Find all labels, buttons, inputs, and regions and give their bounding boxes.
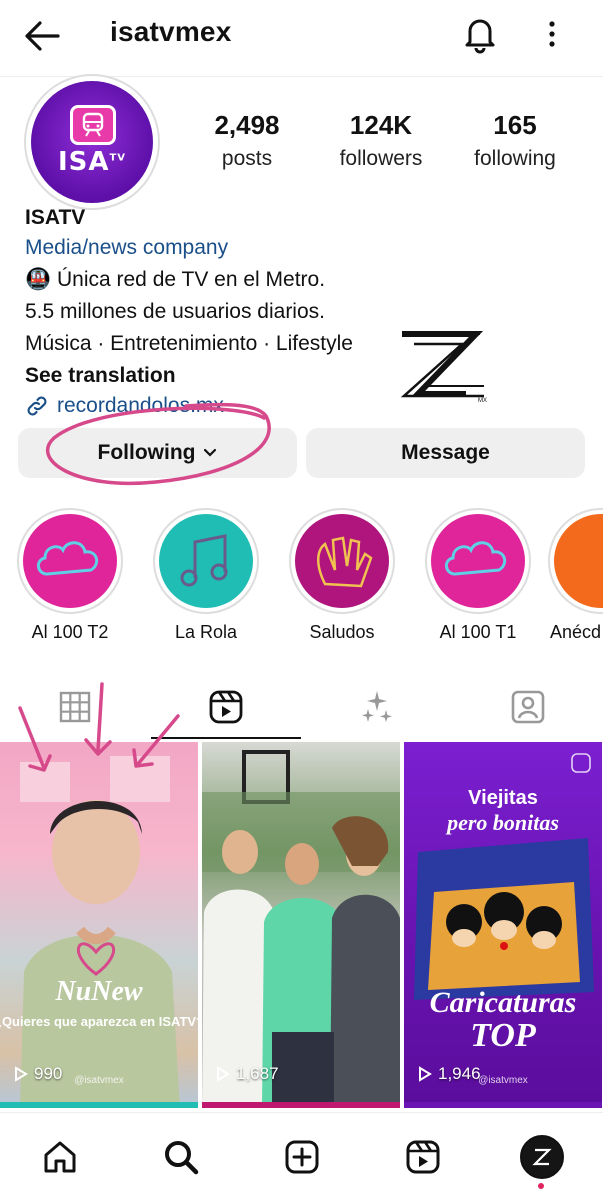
reel-overlay-bottom2: TOP xyxy=(470,1017,536,1054)
sparkles-icon xyxy=(362,691,392,722)
music-note-icon xyxy=(159,514,253,608)
website-link-text: recordandolos.mx xyxy=(57,394,224,417)
reel-handle: @isatvmex xyxy=(478,1075,528,1086)
home-icon xyxy=(44,1141,76,1173)
active-tab-indicator xyxy=(151,737,301,739)
stat-label: following xyxy=(474,147,556,170)
reel-overlay-top2: pero bonitas xyxy=(445,810,559,835)
reel-overlay-bottom1: Caricaturas xyxy=(430,986,577,1019)
tv-logo-icon xyxy=(70,105,116,145)
z-logo-icon xyxy=(532,1148,552,1166)
back-arrow-icon[interactable] xyxy=(22,18,62,54)
cloud-icon xyxy=(23,514,117,608)
reel-handle: @isatvmex xyxy=(74,1075,124,1086)
message-button[interactable]: Message xyxy=(306,428,585,478)
nav-search[interactable] xyxy=(151,1127,211,1187)
highlight-label: La Rola xyxy=(174,622,238,642)
reel-thumbnail xyxy=(202,750,400,1108)
reels-grid: NuNew ¿Quieres que aparezca en ISATV? 99… xyxy=(0,742,603,1108)
nav-create[interactable] xyxy=(272,1127,332,1187)
stat-posts[interactable]: 2,498 posts xyxy=(177,110,317,171)
bio-line: 🚇 Única red de TV en el Metro. xyxy=(25,268,326,291)
cloud-icon xyxy=(431,514,525,608)
nav-profile[interactable] xyxy=(512,1127,572,1189)
display-name: ISATV xyxy=(25,206,86,229)
bottom-navigation xyxy=(0,1112,603,1200)
reels-icon xyxy=(209,690,243,724)
bio-line: 5.5 millones de usuarios diarios. xyxy=(25,300,325,323)
link-icon xyxy=(27,396,47,416)
stat-followers[interactable]: 124K followers xyxy=(311,110,451,171)
nav-home[interactable] xyxy=(30,1127,90,1187)
stat-label: posts xyxy=(221,147,273,170)
bio-line: Música · Entretenimiento · Lifestyle xyxy=(25,332,353,355)
reel-divider xyxy=(404,1102,602,1108)
reel-thumbnail: Viejitas pero bonitas Caricaturas TOP xyxy=(414,787,594,1054)
reel-thumbnail: NuNew ¿Quieres que aparezca en ISATV? xyxy=(0,756,198,1108)
highlight-saludos[interactable]: Saludos xyxy=(287,508,397,643)
search-icon xyxy=(165,1141,199,1175)
reel-divider xyxy=(202,1102,400,1108)
highlight-label: Anécd xyxy=(550,622,602,642)
highlight-label: Al 100 T1 xyxy=(439,622,517,642)
highlight-la-rola[interactable]: La Rola xyxy=(151,508,261,643)
profile-tabs xyxy=(0,674,603,740)
stat-following[interactable]: 165 following xyxy=(445,110,585,171)
waving-hand-icon xyxy=(295,514,389,608)
reel-overlay-title: NuNew xyxy=(54,976,142,1007)
z-watermark-logo: MX xyxy=(400,331,487,404)
following-label: Following xyxy=(97,441,196,464)
profile-username: isatvmex xyxy=(110,16,232,47)
highlight-anecdotas[interactable]: Anécd xyxy=(548,508,603,643)
stat-value: 165 xyxy=(493,110,537,140)
watermark-sub: MX xyxy=(478,398,487,404)
tab-sparkles[interactable] xyxy=(302,674,452,740)
stat-value: 124K xyxy=(349,110,413,140)
nav-reels[interactable] xyxy=(393,1127,453,1187)
reel-divider xyxy=(0,1102,198,1108)
reel-overlay-subtitle: ¿Quieres que aparezca en ISATV? xyxy=(0,1014,198,1029)
category-link[interactable]: Media/news company xyxy=(25,236,445,260)
view-count: 1,687 xyxy=(216,1064,279,1084)
avatar-brand-text: ISATV xyxy=(57,147,127,177)
tab-tagged[interactable] xyxy=(453,674,603,740)
stat-value: 2,498 xyxy=(214,110,280,140)
more-options-icon[interactable] xyxy=(540,16,564,52)
highlight-al-100-t1[interactable]: Al 100 T1 xyxy=(423,508,533,643)
following-button[interactable]: Following xyxy=(18,428,297,478)
reel-post[interactable]: 1,687 xyxy=(202,742,400,1108)
reels-icon xyxy=(406,1140,440,1174)
reel-overlay-top1: Viejitas xyxy=(468,787,538,809)
website-link[interactable]: recordandolos.mx xyxy=(25,394,445,418)
bell-icon[interactable] xyxy=(462,14,498,54)
highlight-cover-icon xyxy=(554,514,603,608)
tab-grid[interactable] xyxy=(0,674,150,740)
stat-label: followers xyxy=(339,147,423,170)
add-post-icon xyxy=(285,1140,319,1174)
message-label: Message xyxy=(401,441,490,464)
see-translation-link[interactable]: See translation xyxy=(25,364,445,388)
reel-post[interactable]: Viejitas pero bonitas Caricaturas TOP 1,… xyxy=(404,742,602,1108)
tagged-user-icon xyxy=(511,690,545,724)
notification-dot xyxy=(538,1183,544,1189)
profile-avatar-small xyxy=(520,1135,564,1179)
highlight-al-100-t2[interactable]: Al 100 T2 xyxy=(15,508,125,643)
reel-corner-icon xyxy=(571,753,591,773)
highlight-label: Saludos xyxy=(309,622,375,642)
reel-post[interactable]: NuNew ¿Quieres que aparezca en ISATV? 99… xyxy=(0,742,198,1108)
top-bar: isatvmex xyxy=(0,0,603,72)
profile-avatar[interactable]: ISATV xyxy=(24,74,160,210)
profile-bio: ISATV Media/news company 🚇 Única red de … xyxy=(25,206,445,418)
play-icon xyxy=(217,1066,230,1082)
grid-icon xyxy=(59,691,91,723)
tab-reels[interactable] xyxy=(151,674,301,740)
chevron-down-icon xyxy=(204,448,217,457)
highlight-label: Al 100 T2 xyxy=(31,622,109,642)
